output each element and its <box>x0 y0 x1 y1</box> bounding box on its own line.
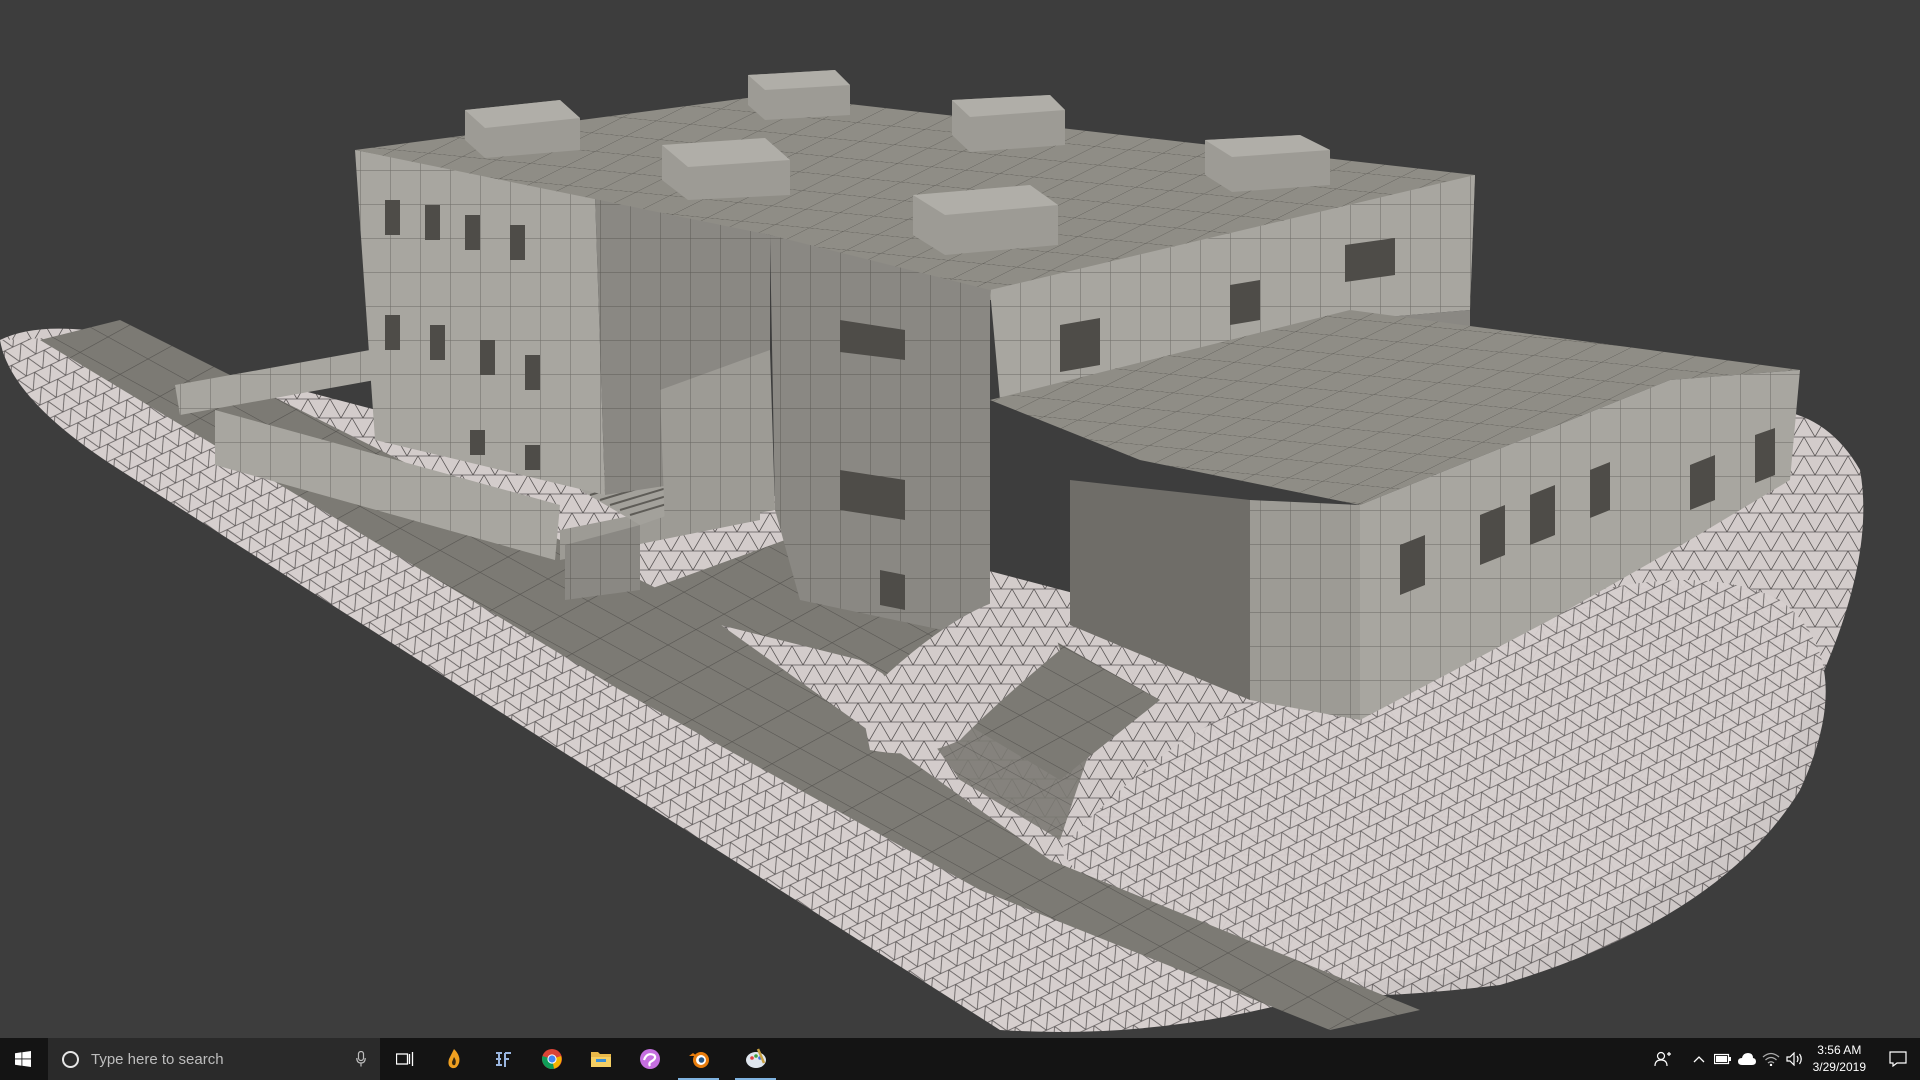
action-center-icon <box>1889 1051 1907 1067</box>
task-view-button[interactable] <box>380 1038 429 1080</box>
show-hidden-icons-button[interactable] <box>1687 1055 1711 1063</box>
app-paint-button[interactable] <box>731 1038 780 1080</box>
file-explorer-button[interactable] <box>576 1038 625 1080</box>
chrome-button[interactable] <box>527 1038 576 1080</box>
chevron-up-icon <box>1693 1056 1705 1063</box>
windows-logo-icon <box>15 1051 31 1067</box>
app-swirl-button[interactable] <box>625 1038 674 1080</box>
people-icon <box>1654 1051 1671 1067</box>
blender-button[interactable] <box>674 1038 723 1080</box>
people-button[interactable] <box>1651 1051 1675 1067</box>
app-flame-button[interactable] <box>429 1038 478 1080</box>
blender-icon <box>688 1052 709 1068</box>
wifi-button[interactable] <box>1759 1052 1783 1066</box>
folder-icon <box>590 1052 611 1067</box>
volume-icon <box>1786 1052 1802 1066</box>
chrome-icon <box>541 1049 562 1069</box>
swirl-app-icon <box>639 1049 660 1069</box>
battery-button[interactable] <box>1711 1053 1735 1065</box>
microphone-icon[interactable] <box>356 1051 366 1067</box>
clock-date: 3/29/2019 <box>1812 1060 1866 1074</box>
app-sf-button[interactable] <box>478 1038 527 1080</box>
flame-app-icon <box>447 1049 459 1069</box>
3d-viewport[interactable] <box>0 0 1920 1038</box>
sf-app-icon <box>495 1052 511 1067</box>
task-view-icon <box>395 1052 413 1066</box>
building-wireframe-scene <box>0 70 1864 1032</box>
action-center-button[interactable] <box>1876 1051 1920 1067</box>
cortana-circle-icon <box>62 1050 79 1068</box>
search-box[interactable]: Type here to search <box>48 1038 380 1080</box>
search-placeholder: Type here to search <box>91 1050 224 1068</box>
clock[interactable]: 3:56 AM 3/29/2019 <box>1813 1042 1866 1076</box>
taskbar: Type here to search 3:56 AM 3/29/2019 <box>0 1038 1920 1080</box>
wifi-icon <box>1762 1052 1780 1066</box>
system-tray: 3:56 AM 3/29/2019 <box>1651 1038 1920 1080</box>
cloud-button[interactable] <box>1735 1052 1759 1066</box>
cloud-icon <box>1737 1053 1756 1065</box>
battery-icon <box>1713 1053 1731 1065</box>
volume-button[interactable] <box>1783 1052 1807 1066</box>
paint-palette-icon <box>745 1048 766 1068</box>
clock-time: 3:56 AM <box>1817 1043 1862 1057</box>
start-button[interactable] <box>0 1038 46 1080</box>
